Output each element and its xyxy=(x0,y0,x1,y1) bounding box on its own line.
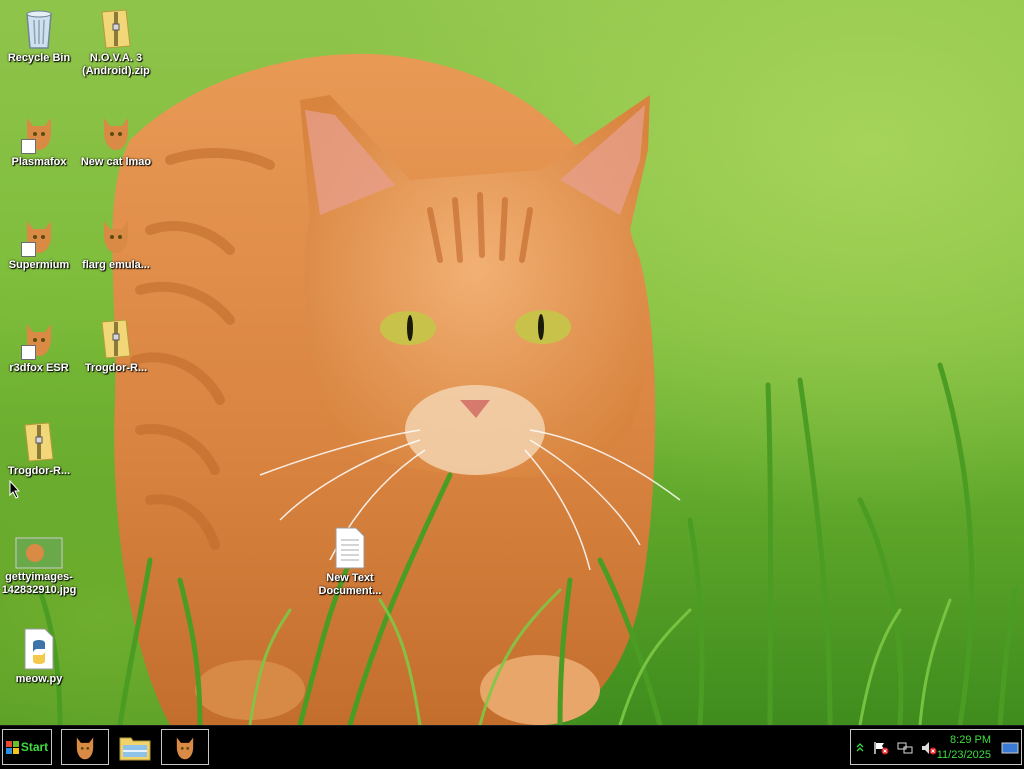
desktop-icon-label: Trogdor-R... xyxy=(84,362,148,374)
desktop[interactable]: Recycle Bin N.O.V.A. 3 (Android).zip Pla… xyxy=(0,0,1024,725)
show-desktop-icon[interactable] xyxy=(1001,742,1019,754)
desktop-icon-flarg-emulator[interactable]: flarg emula... xyxy=(78,213,154,272)
action-center-flag-icon[interactable] xyxy=(873,741,889,755)
file-explorer-icon xyxy=(119,737,151,761)
zip-folder-icon xyxy=(96,6,136,50)
zip-folder-icon xyxy=(96,316,136,360)
zip-folder-icon xyxy=(19,419,59,463)
desktop-icon-nova3-zip[interactable]: N.O.V.A. 3 (Android).zip xyxy=(78,6,154,78)
network-icon[interactable] xyxy=(897,741,913,755)
clock-time[interactable]: 8:29 PM xyxy=(950,734,991,746)
system-tray: 8:29 PM 11/23/2025 xyxy=(850,729,1022,765)
desktop-icon-trogdor-zip-2[interactable]: Trogdor-R... xyxy=(1,419,77,478)
desktop-icon-label: Recycle Bin xyxy=(7,52,71,64)
desktop-icon-label: N.O.V.A. 3 (Android).zip xyxy=(82,52,150,77)
desktop-icon-label: New cat lmao xyxy=(80,156,152,168)
windows-logo-icon xyxy=(5,740,19,754)
recycle-bin-icon xyxy=(19,6,59,50)
desktop-icon-new-text-document[interactable]: New Text Document... xyxy=(312,526,388,598)
taskbar-button-cat-app-1[interactable] xyxy=(61,729,109,765)
desktop-icon-label: meow.py xyxy=(15,673,63,685)
start-button[interactable]: Start xyxy=(2,729,52,765)
cat-icon xyxy=(96,110,136,154)
shortcut-arrow-icon xyxy=(21,242,36,257)
desktop-icon-plasmafox[interactable]: Plasmafox xyxy=(1,110,77,169)
desktop-icon-trogdor-zip-1[interactable]: Trogdor-R... xyxy=(78,316,154,375)
cat-icon xyxy=(19,213,59,257)
shortcut-arrow-icon xyxy=(21,345,36,360)
desktop-icon-gettyimages-jpg[interactable]: gettyimages-142832910.jpg xyxy=(1,537,77,597)
taskbar: Start 8:29 PM 11/23/2025 xyxy=(0,725,1024,769)
volume-muted-icon[interactable] xyxy=(921,741,937,755)
desktop-icon-meow-py[interactable]: meow.py xyxy=(1,627,77,686)
desktop-icon-r3dfox-esr[interactable]: r3dfox ESR xyxy=(1,316,77,375)
desktop-icon-label: flarg emula... xyxy=(82,259,150,271)
image-thumbnail-icon xyxy=(15,537,63,569)
desktop-icon-supermium[interactable]: Supermium xyxy=(1,213,77,272)
cat-icon xyxy=(96,213,136,257)
cat-icon xyxy=(19,110,59,154)
desktop-icon-label: Supermium xyxy=(8,259,70,271)
shortcut-arrow-icon xyxy=(21,139,36,154)
clock-date[interactable]: 11/23/2025 xyxy=(937,749,991,761)
cat-icon xyxy=(176,737,194,760)
desktop-icon-new-cat-lmao[interactable]: New cat lmao xyxy=(78,110,154,169)
taskbar-button-cat-app-2[interactable] xyxy=(161,729,209,765)
desktop-icon-label: New Text Document... xyxy=(318,572,382,597)
cat-icon xyxy=(19,316,59,360)
desktop-icon-label: Plasmafox xyxy=(11,156,67,168)
python-file-icon xyxy=(19,627,59,671)
desktop-icon-label: gettyimages-142832910.jpg xyxy=(1,571,77,596)
start-label: Start xyxy=(20,740,49,754)
cat-icon xyxy=(76,737,94,760)
text-document-icon xyxy=(330,526,370,570)
taskbar-button-file-explorer[interactable] xyxy=(113,729,157,765)
show-hidden-icons-icon[interactable] xyxy=(856,742,864,752)
desktop-icon-label: Trogdor-R... xyxy=(7,465,71,477)
desktop-icon-recycle-bin[interactable]: Recycle Bin xyxy=(1,6,77,65)
desktop-icon-label: r3dfox ESR xyxy=(9,362,69,374)
mouse-cursor-icon xyxy=(9,480,21,499)
